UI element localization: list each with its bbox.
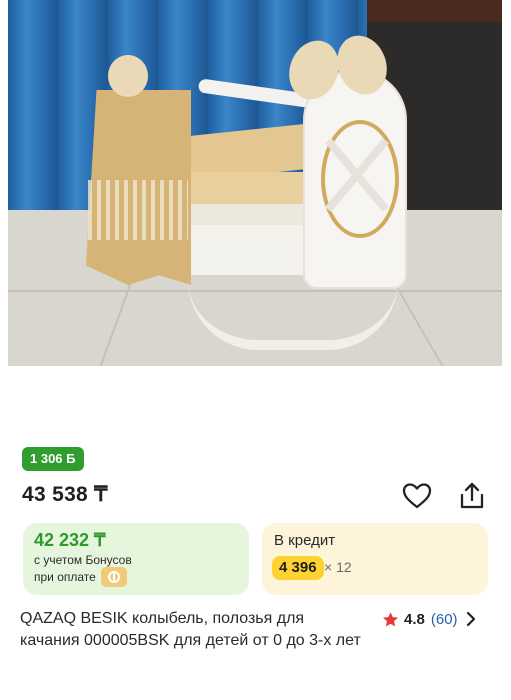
product-image[interactable] <box>8 0 502 366</box>
rating-value: 4.8 <box>404 610 425 628</box>
bonus-note-line1: с учетом Бонусов <box>34 553 132 567</box>
cradle-drape-lace <box>88 180 188 240</box>
share-icon[interactable] <box>456 480 488 512</box>
payment-icon <box>101 567 127 587</box>
rating-summary[interactable]: 4.8 (60) <box>382 609 476 629</box>
bonus-note-line2: при оплате <box>34 570 96 584</box>
product-title[interactable]: QAZAQ BESIK колыбель, полозья для качани… <box>20 608 365 652</box>
credit-card[interactable]: В кредит 4 396 × 12 <box>262 523 488 595</box>
bonus-badge: 1 306 Б <box>22 447 84 471</box>
credit-amount: 4 396 <box>272 556 324 580</box>
credit-label: В кредит <box>274 532 336 549</box>
cradle-bow <box>108 55 148 97</box>
product-price: 43 538 ₸ <box>22 483 108 506</box>
rating-count[interactable]: (60) <box>431 611 458 628</box>
image-wall-top <box>367 0 502 22</box>
star-icon <box>383 611 398 626</box>
bonus-price-card[interactable]: 42 232 ₸ с учетом Бонусов при оплате <box>23 523 249 595</box>
credit-months: × 12 <box>324 559 352 575</box>
heart-icon[interactable] <box>402 482 432 510</box>
chevron-right-icon[interactable] <box>466 611 476 627</box>
bonus-price: 42 232 ₸ <box>34 530 106 550</box>
